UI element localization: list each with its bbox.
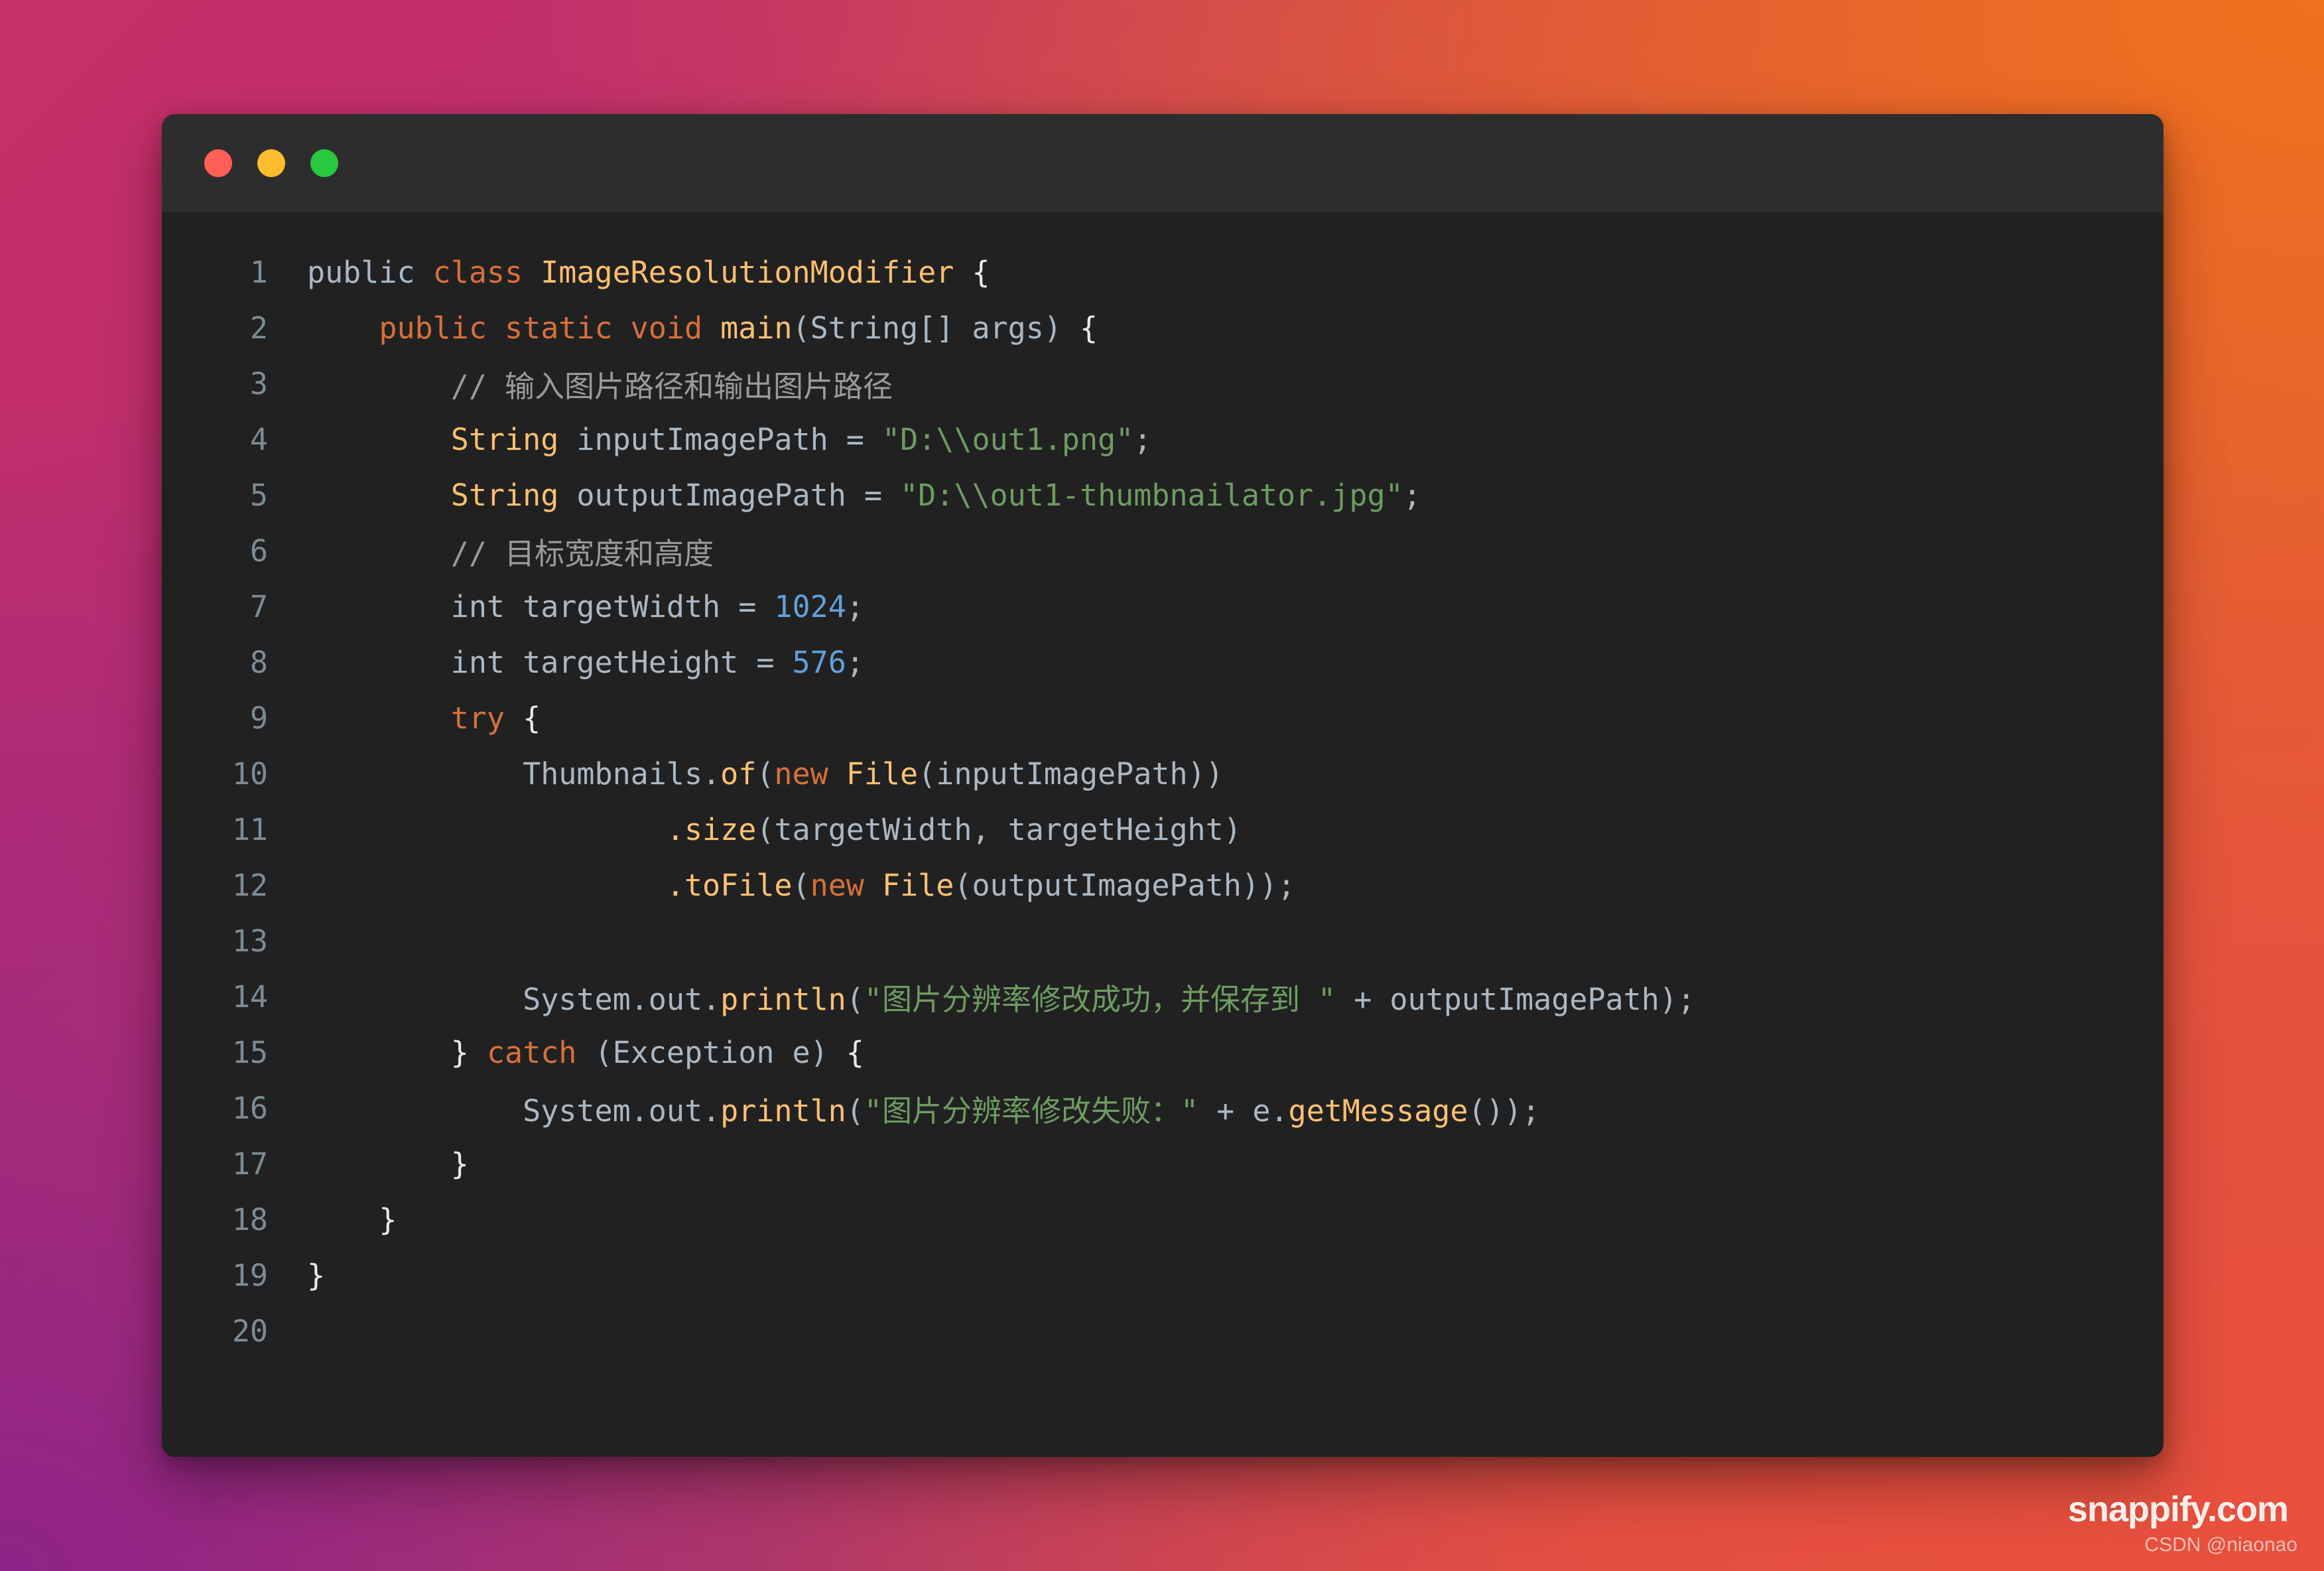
code-line: 4 String inputImagePath = "D:\\out1.png"… bbox=[162, 411, 2163, 467]
line-number: 17 bbox=[231, 1146, 268, 1182]
maximize-button-icon[interactable] bbox=[310, 149, 338, 177]
code-line: 2 public static void main(String[] args)… bbox=[162, 300, 2163, 356]
line-number: 1 bbox=[249, 254, 268, 290]
code-line: 20 bbox=[162, 1303, 2163, 1359]
line-content: public static void main(String[] args) { bbox=[379, 310, 1098, 346]
line-number: 3 bbox=[249, 366, 268, 401]
line-number: 8 bbox=[249, 644, 268, 680]
code-line: 8 int targetHeight = 576; bbox=[162, 634, 2163, 690]
code-line: 18 } bbox=[162, 1192, 2163, 1247]
line-content: Thumbnails.of(new File(inputImagePath)) bbox=[523, 756, 1224, 791]
code-line: 14 System.out.println("图片分辨率修改成功，并保存到 " … bbox=[162, 969, 2163, 1024]
line-number: 16 bbox=[231, 1090, 268, 1126]
csdn-credit: CSDN @niaonao bbox=[2144, 1534, 2297, 1556]
line-number: 2 bbox=[249, 310, 268, 346]
line-content: } bbox=[307, 1257, 326, 1293]
code-editor[interactable]: 1 public class ImageResolutionModifier {… bbox=[162, 212, 2163, 1457]
minimize-button-icon[interactable] bbox=[257, 149, 285, 177]
code-line: 16 System.out.println("图片分辨率修改失败：" + e.g… bbox=[162, 1080, 2163, 1136]
line-content: String inputImagePath = "D:\\out1.png"; bbox=[450, 421, 1152, 457]
line-number: 5 bbox=[249, 477, 268, 513]
code-line: 11 .size(targetWidth, targetHeight) bbox=[162, 801, 2163, 857]
line-content: } bbox=[379, 1201, 397, 1237]
code-line: 13 bbox=[162, 913, 2163, 969]
line-content: int targetHeight = 576; bbox=[450, 644, 864, 680]
code-line: 17 } bbox=[162, 1136, 2163, 1192]
code-line: 12 .toFile(new File(outputImagePath)); bbox=[162, 857, 2163, 913]
line-number: 20 bbox=[231, 1313, 268, 1349]
code-line: 10 Thumbnails.of(new File(inputImagePath… bbox=[162, 746, 2163, 801]
line-number: 11 bbox=[231, 811, 268, 847]
line-number: 7 bbox=[249, 588, 268, 624]
line-number: 6 bbox=[249, 533, 268, 569]
line-content: public class ImageResolutionModifier { bbox=[307, 254, 990, 290]
line-number: 15 bbox=[231, 1034, 268, 1070]
line-number: 10 bbox=[231, 756, 268, 791]
code-line: 15 } catch (Exception e) { bbox=[162, 1024, 2163, 1080]
line-content: .size(targetWidth, targetHeight) bbox=[666, 811, 1242, 847]
line-number: 9 bbox=[249, 700, 268, 736]
line-content: } bbox=[450, 1146, 469, 1182]
line-content: String outputImagePath = "D:\\out1-thumb… bbox=[450, 477, 1421, 513]
line-content: try { bbox=[450, 700, 541, 736]
line-number: 18 bbox=[231, 1201, 268, 1237]
snappify-watermark: snappify.com bbox=[2067, 1489, 2289, 1529]
code-line: 9 try { bbox=[162, 690, 2163, 746]
line-number: 12 bbox=[231, 867, 268, 903]
line-content: // 目标宽度和高度 bbox=[450, 535, 714, 571]
line-content: System.out.println("图片分辨率修改成功，并保存到 " + o… bbox=[523, 981, 1696, 1017]
line-number: 13 bbox=[231, 923, 268, 959]
line-content: .toFile(new File(outputImagePath)); bbox=[666, 867, 1296, 903]
code-line: 19 } bbox=[162, 1247, 2163, 1303]
line-number: 19 bbox=[231, 1257, 268, 1293]
code-line: 7 int targetWidth = 1024; bbox=[162, 579, 2163, 634]
line-content: int targetWidth = 1024; bbox=[450, 588, 864, 624]
line-number: 4 bbox=[249, 421, 268, 457]
code-window: 1 public class ImageResolutionModifier {… bbox=[162, 114, 2163, 1457]
code-line: 6 // 目标宽度和高度 bbox=[162, 523, 2163, 579]
window-titlebar bbox=[162, 114, 2163, 212]
code-line: 3 // 输入图片路径和输出图片路径 bbox=[162, 356, 2163, 411]
line-content: System.out.println("图片分辨率修改失败：" + e.getM… bbox=[523, 1093, 1540, 1128]
line-content: // 输入图片路径和输出图片路径 bbox=[450, 368, 893, 404]
code-line: 1 public class ImageResolutionModifier { bbox=[162, 244, 2163, 300]
close-button-icon[interactable] bbox=[204, 149, 232, 177]
line-number: 14 bbox=[231, 979, 268, 1014]
code-line: 5 String outputImagePath = "D:\\out1-thu… bbox=[162, 467, 2163, 523]
line-content: } catch (Exception e) { bbox=[450, 1034, 864, 1070]
